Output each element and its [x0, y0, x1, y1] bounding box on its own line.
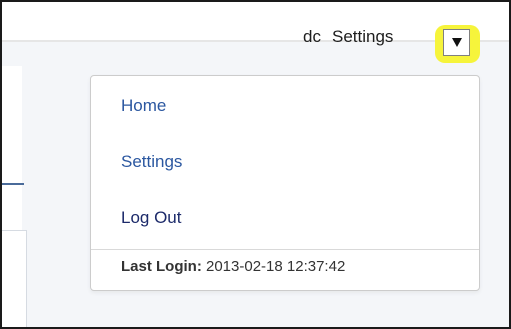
menu-item-settings[interactable]: Settings: [121, 152, 182, 172]
screenshot-frame: dc Settings Home Settings Log Out Last L…: [0, 0, 511, 329]
dropdown-toggle-button[interactable]: [443, 29, 470, 56]
caret-down-icon: [451, 38, 462, 47]
menu-divider: [91, 249, 479, 250]
header-settings-link[interactable]: Settings: [332, 27, 393, 47]
last-login-label: Last Login:: [121, 258, 202, 275]
last-login-value: 2013-02-18 12:37:42: [206, 258, 346, 275]
username-label[interactable]: dc: [303, 27, 321, 47]
left-panel-underline: [2, 183, 24, 185]
last-login: Last Login: 2013-02-18 12:37:42: [121, 258, 345, 276]
left-card: [2, 230, 27, 327]
top-bar: [2, 2, 509, 40]
menu-item-home[interactable]: Home: [121, 96, 166, 116]
menu-item-log-out[interactable]: Log Out: [121, 208, 182, 228]
user-dropdown-menu: Home Settings Log Out Last Login: 2013-0…: [90, 75, 480, 291]
